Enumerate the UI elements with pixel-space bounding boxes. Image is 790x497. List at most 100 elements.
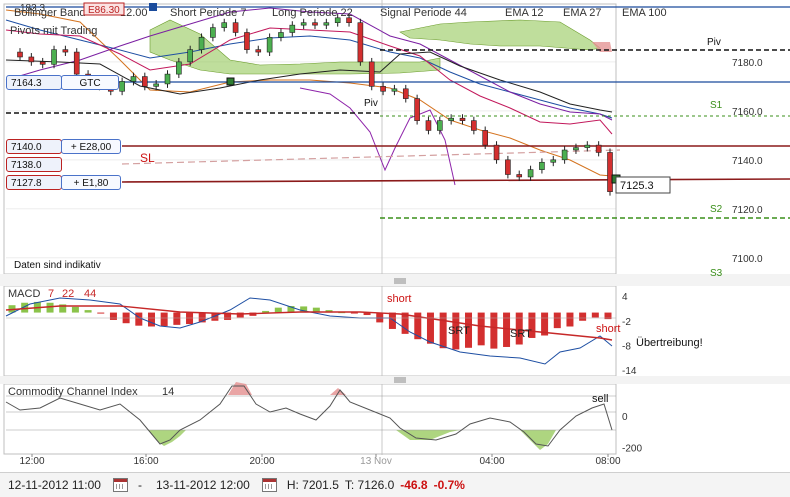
order-1-value-button[interactable]: + E28,00 bbox=[61, 139, 121, 154]
s2-label: S2 bbox=[710, 204, 723, 215]
candle bbox=[73, 51, 80, 75]
short-signal-1: short bbox=[387, 293, 411, 305]
pivot-legend: Pivots mit Trading bbox=[10, 25, 97, 37]
macd-bar bbox=[388, 312, 396, 329]
date-from[interactable]: 12-11-2012 11:00 bbox=[8, 478, 101, 492]
macd-bar bbox=[426, 312, 434, 344]
macd-bar bbox=[566, 312, 574, 327]
candle bbox=[142, 76, 148, 87]
ema-100-legend: EMA 100 bbox=[622, 7, 667, 19]
candle bbox=[402, 88, 409, 99]
candle bbox=[437, 120, 443, 131]
macd-bar bbox=[376, 312, 384, 323]
short-period-legend: Short Periode 7 bbox=[170, 7, 246, 19]
price-tick-label: 7140.0 bbox=[732, 156, 763, 167]
macd-param-3: 44 bbox=[84, 288, 96, 300]
candle bbox=[493, 144, 500, 161]
candle bbox=[39, 61, 46, 65]
candle bbox=[573, 147, 579, 151]
order-3-price-field[interactable]: 7127.8 bbox=[6, 175, 62, 190]
macd-bar bbox=[147, 312, 155, 327]
srt-label-2: SRT bbox=[510, 328, 532, 340]
candle bbox=[425, 120, 432, 131]
candle bbox=[459, 117, 466, 121]
candle bbox=[62, 49, 69, 53]
macd-param-2: 22 bbox=[62, 288, 74, 300]
candle bbox=[323, 22, 330, 26]
indicative-note: Daten sind indikativ bbox=[14, 260, 101, 271]
current-price-value: 7125.3 bbox=[620, 180, 654, 192]
macd-bar bbox=[173, 312, 181, 325]
macd-param-1: 7 bbox=[48, 288, 54, 300]
candle bbox=[278, 32, 284, 38]
calendar-icon[interactable] bbox=[261, 478, 277, 492]
price-tick-label: 7160.0 bbox=[732, 107, 763, 118]
macd-bar bbox=[477, 312, 485, 346]
gtc-price-field[interactable]: 7164.3 bbox=[6, 75, 62, 90]
piv-left-label: Piv bbox=[364, 98, 378, 109]
macd-tick-label: 4 bbox=[622, 292, 628, 303]
candle bbox=[17, 51, 23, 58]
calendar-icon[interactable] bbox=[112, 478, 128, 492]
price-tick-label: 7120.0 bbox=[732, 205, 763, 216]
cci-period: 14 bbox=[162, 386, 174, 398]
candle bbox=[210, 27, 216, 38]
candle bbox=[448, 117, 454, 121]
order-1-price-field[interactable]: 7140.0 bbox=[6, 139, 62, 154]
macd-bar bbox=[262, 310, 270, 313]
candle bbox=[153, 83, 159, 87]
candle bbox=[471, 120, 477, 131]
piv-label: Piv bbox=[707, 37, 721, 48]
macd-title: MACD bbox=[8, 288, 40, 300]
price-tick-label: 7100.0 bbox=[732, 254, 763, 265]
candle bbox=[584, 144, 591, 148]
candle bbox=[300, 22, 307, 26]
macd-tick-label: -8 bbox=[622, 341, 631, 352]
macd-bar bbox=[46, 302, 54, 313]
change-percent: -0.7% bbox=[433, 478, 465, 492]
macd-bar bbox=[71, 306, 79, 313]
macd-tick-label: -2 bbox=[622, 317, 631, 328]
macd-bar bbox=[579, 312, 587, 321]
candle bbox=[244, 32, 250, 50]
order-2-price-field[interactable]: 7138.0 bbox=[6, 157, 62, 172]
order-marker-icon bbox=[226, 77, 235, 86]
candle bbox=[51, 49, 57, 65]
candle bbox=[380, 86, 386, 92]
candle bbox=[221, 22, 228, 28]
macd-bar bbox=[553, 312, 561, 329]
change-value: -46.8 bbox=[400, 478, 428, 492]
date-to[interactable]: 13-11-2012 12:00 bbox=[156, 478, 250, 492]
sl-label: SL bbox=[140, 151, 155, 165]
candle bbox=[516, 174, 523, 178]
macd-tick-label: -14 bbox=[622, 366, 637, 377]
candle bbox=[482, 130, 488, 146]
cci-tick-label: -200 bbox=[622, 443, 642, 454]
macd-bar bbox=[160, 312, 168, 327]
candle bbox=[187, 49, 193, 63]
s3-label: S3 bbox=[710, 268, 723, 279]
panel-divider-1 bbox=[0, 274, 790, 286]
gtc-button[interactable]: GTC bbox=[61, 75, 119, 90]
candle bbox=[232, 22, 239, 33]
status-bar: 12-11-2012 11:00 - 13-11-2012 12:00 H: 7… bbox=[0, 472, 790, 497]
e-value-badge: E86.30 bbox=[88, 5, 120, 16]
macd-bar bbox=[84, 310, 92, 313]
candle bbox=[312, 22, 318, 26]
macd-bar bbox=[350, 312, 358, 314]
srt-label-1: SRT bbox=[448, 325, 470, 337]
candle bbox=[176, 61, 182, 75]
candle bbox=[28, 56, 35, 63]
macd-bar bbox=[186, 312, 194, 325]
signal-period-legend: Signal Periode 44 bbox=[380, 7, 467, 19]
macd-bar bbox=[274, 307, 282, 313]
candle bbox=[414, 98, 420, 121]
candle bbox=[550, 159, 557, 163]
candle bbox=[130, 76, 137, 82]
order-3-value-button[interactable]: + E1,80 bbox=[61, 175, 121, 190]
time-label: 04:00 bbox=[479, 456, 504, 467]
candle bbox=[119, 81, 125, 92]
current-price-label: 7125.3 bbox=[615, 176, 671, 194]
candle bbox=[164, 73, 171, 85]
high-value: H: 7201.5 bbox=[286, 478, 339, 492]
